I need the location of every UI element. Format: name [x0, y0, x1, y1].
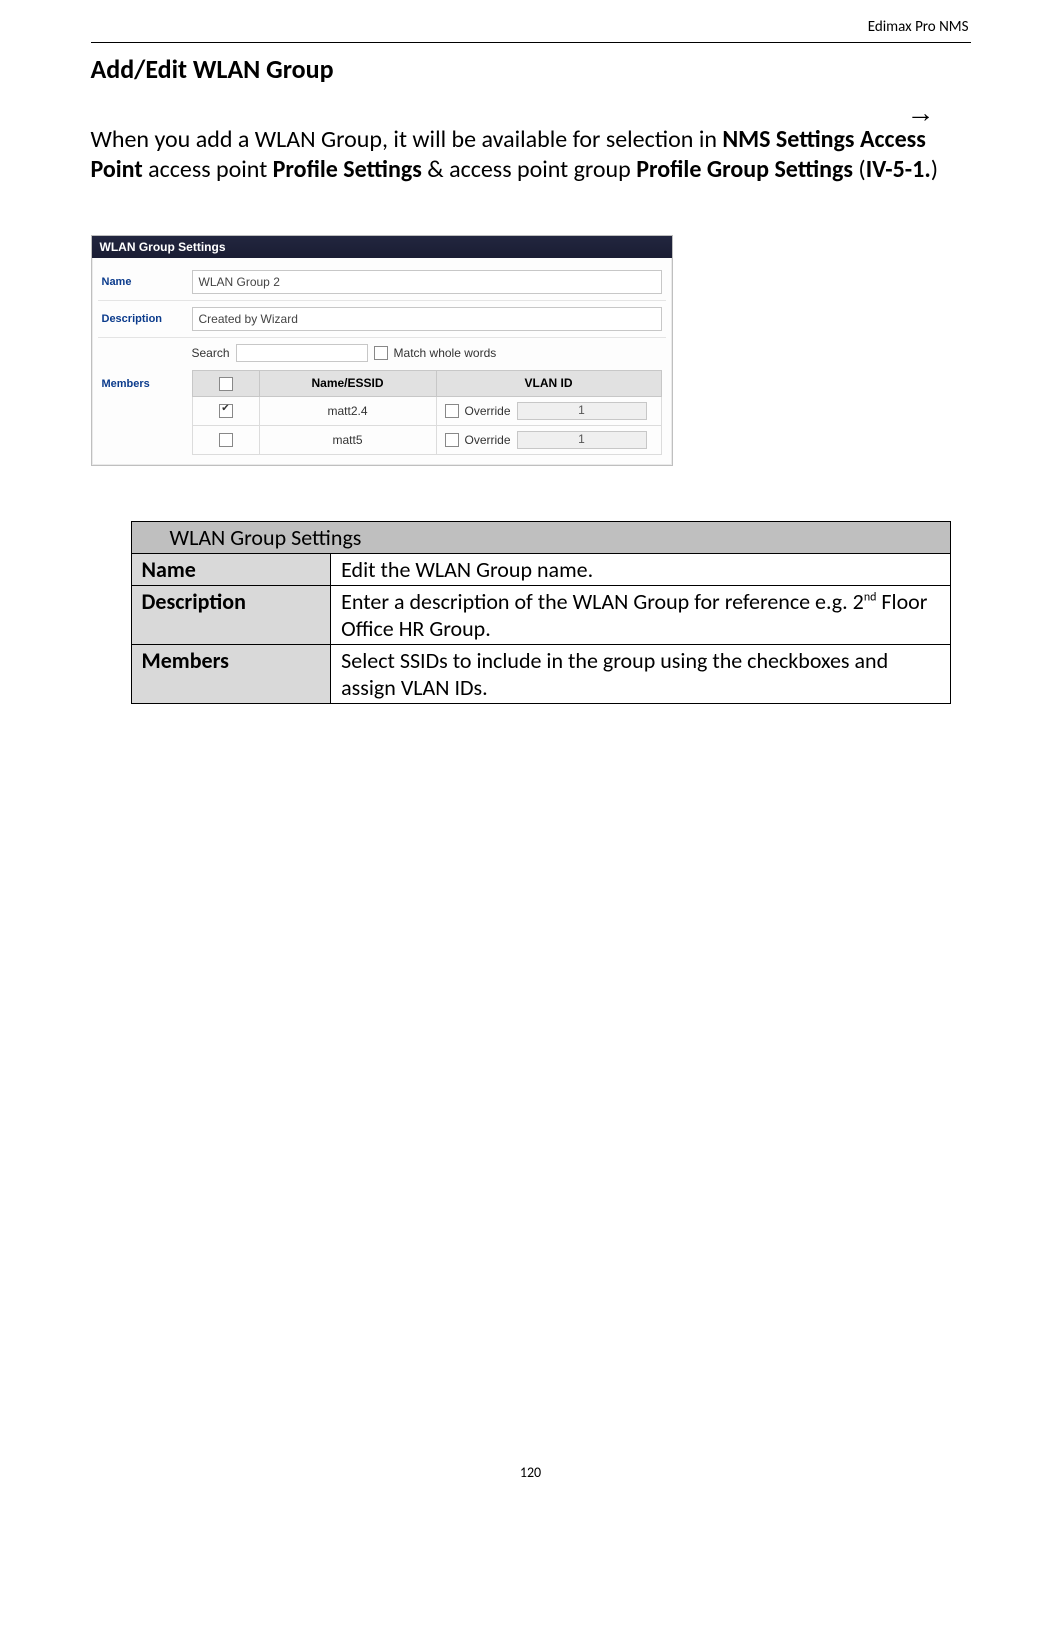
shot-row2-name: matt5: [259, 425, 436, 454]
shot-desc-input[interactable]: Created by Wizard: [192, 307, 662, 331]
def-key-desc: Description: [131, 585, 331, 644]
intro-bold-profilegroup: Profile Group Settings: [636, 155, 853, 184]
definition-table: WLAN Group Settings Name Edit the WLAN G…: [131, 521, 951, 704]
shot-search-label: Search: [192, 346, 230, 360]
shot-row2-checkbox[interactable]: [219, 433, 233, 447]
shot-search-input[interactable]: [236, 344, 368, 362]
shot-col-name: Name/ESSID: [259, 371, 436, 397]
shot-row2-vlan-input[interactable]: 1: [517, 431, 647, 449]
def-val-desc: Enter a description of the WLAN Group fo…: [331, 585, 950, 644]
shot-name-label: Name: [102, 276, 192, 288]
shot-row1-checkbox[interactable]: [219, 404, 233, 418]
page-title: Add/Edit WLAN Group: [91, 53, 971, 85]
def-title-spacer: [131, 521, 160, 553]
shot-members-label: Members: [102, 344, 192, 390]
wlan-group-settings-screenshot: WLAN Group Settings Name WLAN Group 2 De…: [91, 235, 673, 466]
def-key-name: Name: [131, 553, 331, 585]
shot-row2-override-checkbox[interactable]: [445, 433, 459, 447]
intro-bold-nms: NMS Settings: [722, 125, 854, 154]
table-row: matt2.4 Override 1: [192, 396, 661, 425]
shot-row1-override-checkbox[interactable]: [445, 404, 459, 418]
shot-row2-override-label: Override: [465, 433, 511, 447]
shot-members-table: Name/ESSID VLAN ID matt2.4 Override 1: [192, 370, 662, 455]
shot-desc-label: Description: [102, 313, 192, 325]
def-val-name: Edit the WLAN Group name.: [331, 553, 950, 585]
intro-bold-profile: Profile Settings: [273, 155, 422, 184]
shot-row1-override-label: Override: [465, 404, 511, 418]
shot-col-vlan: VLAN ID: [436, 371, 661, 397]
intro-paragraph: → When you add a WLAN Group, it will be …: [91, 125, 971, 185]
def-section-title: WLAN Group Settings: [160, 521, 951, 553]
shot-match-checkbox[interactable]: [374, 346, 388, 360]
shot-titlebar: WLAN Group Settings: [92, 236, 672, 258]
header-divider: [91, 42, 971, 43]
shot-row1-vlan-input[interactable]: 1: [517, 402, 647, 420]
page-number: 120: [91, 1464, 971, 1481]
def-key-members: Members: [131, 644, 331, 703]
shot-name-input[interactable]: WLAN Group 2: [192, 270, 662, 294]
intro-mid3: (: [853, 155, 866, 184]
intro-text-pre: When you add a WLAN Group, it will be av…: [91, 125, 723, 154]
intro-bold-ref: IV-5-1.: [866, 155, 931, 184]
intro-mid1: access point: [143, 155, 273, 184]
intro-mid4: ): [931, 155, 938, 184]
intro-mid2: & access point group: [422, 155, 636, 184]
shot-header-checkbox[interactable]: [219, 377, 233, 391]
header-product: Edimax Pro NMS: [91, 18, 971, 36]
def-val-members: Select SSIDs to include in the group usi…: [331, 644, 950, 703]
def-val-desc-pre: Enter a description of the WLAN Group fo…: [341, 588, 864, 615]
arrow-icon: →: [907, 95, 935, 130]
def-val-desc-sup: nd: [864, 591, 877, 605]
shot-match-label: Match whole words: [394, 346, 497, 360]
shot-row1-name: matt2.4: [259, 396, 436, 425]
table-row: matt5 Override 1: [192, 425, 661, 454]
